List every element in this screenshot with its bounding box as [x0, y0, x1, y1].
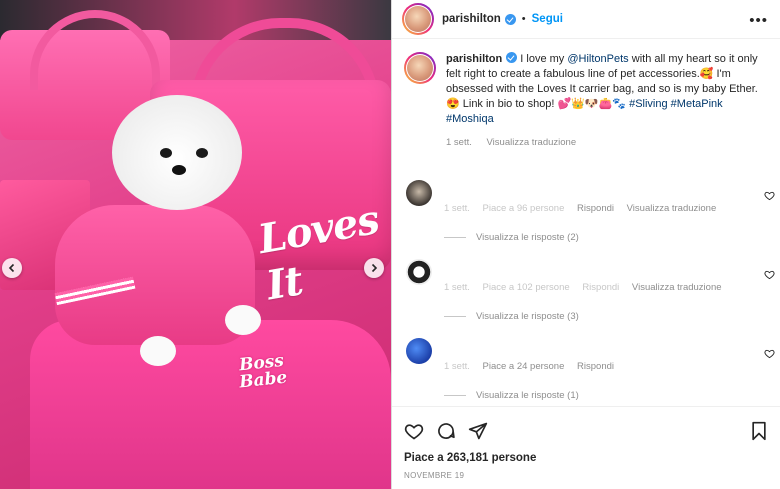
caption-story-ring[interactable]: [404, 52, 436, 84]
commenter-avatar[interactable]: [406, 338, 432, 364]
post-header: parishilton • Segui •••: [392, 0, 780, 39]
previous-image-button[interactable]: [2, 258, 22, 278]
comment-time[interactable]: 1 sett.: [444, 203, 470, 214]
post-caption: parishilton I love my @HiltonPets with a…: [392, 40, 780, 150]
avatar: [405, 6, 431, 32]
follow-button[interactable]: Segui: [532, 13, 563, 25]
comment-icon[interactable]: [436, 421, 456, 441]
post-modal: Loves It Boss Babe parishilton • Segui •…: [0, 0, 780, 489]
post-image[interactable]: Loves It Boss Babe: [0, 0, 391, 489]
like-comment-heart-icon[interactable]: [764, 190, 775, 201]
comment-time[interactable]: 1 sett.: [444, 282, 470, 293]
hashtag-link[interactable]: #MetaPink: [671, 98, 723, 110]
replies-line: [444, 395, 466, 396]
dog-paw: [225, 305, 261, 335]
post-details-panel: parishilton • Segui ••• parishilton I lo…: [391, 0, 780, 489]
comments-scroll-area[interactable]: parishilton I love my @HiltonPets with a…: [392, 40, 780, 406]
comment-item: 1 sett. Piace a 102 persone Rispondi Vis…: [392, 259, 780, 338]
comment-likes[interactable]: Piace a 96 persone: [483, 203, 565, 214]
comment-likes[interactable]: Piace a 102 persone: [483, 282, 570, 293]
post-footer: Piace a 263,181 persone NOVEMBRE 19: [392, 406, 780, 489]
caption-part: I love my: [520, 53, 568, 65]
share-icon[interactable]: [468, 421, 488, 441]
commenter-avatar[interactable]: [406, 180, 432, 206]
comment-meta: 1 sett. Piace a 96 persone Rispondi Visu…: [444, 203, 726, 214]
pink-blanket: [30, 320, 391, 489]
reply-button[interactable]: Rispondi: [577, 361, 614, 372]
comment-item: 1 sett. Piace a 96 persone Rispondi Visu…: [392, 180, 780, 259]
dog-eye: [196, 148, 208, 158]
reply-button[interactable]: Rispondi: [577, 203, 614, 214]
chevron-left-icon: [8, 263, 15, 273]
replies-line: [444, 316, 466, 317]
caption-username[interactable]: parishilton: [446, 53, 502, 65]
comment-meta: 1 sett. Piace a 24 persone Rispondi: [444, 361, 624, 372]
more-icon[interactable]: •••: [749, 12, 768, 29]
caption-time[interactable]: 1 sett.: [446, 137, 472, 148]
verified-icon: [506, 52, 518, 63]
heart-icon[interactable]: [404, 421, 424, 441]
reply-button[interactable]: Rispondi: [582, 282, 619, 293]
likes-count[interactable]: Piace a 263,181 persone: [392, 443, 780, 464]
next-image-button[interactable]: [364, 258, 384, 278]
hashtag-link[interactable]: #Sliving: [629, 98, 668, 110]
commenter-avatar[interactable]: [406, 259, 432, 285]
hashtag-link[interactable]: #Moshiqa: [446, 113, 494, 125]
see-translation-link[interactable]: Visualizza traduzione: [627, 203, 717, 214]
action-bar: [392, 407, 780, 443]
see-translation-link[interactable]: Visualizza traduzione: [487, 137, 577, 148]
bookmark-icon[interactable]: [749, 421, 769, 441]
comment-likes[interactable]: Piace a 24 persone: [483, 361, 565, 372]
comment-time[interactable]: 1 sett.: [444, 361, 470, 372]
dog-paw: [140, 336, 176, 366]
mention-link[interactable]: @HiltonPets: [567, 53, 628, 65]
post-date[interactable]: NOVEMBRE 19: [392, 464, 780, 480]
chevron-right-icon: [371, 263, 378, 273]
comment-meta: 1 sett. Piace a 102 persone Rispondi Vis…: [444, 282, 732, 293]
caption-avatar: [407, 55, 433, 81]
view-replies-label[interactable]: Visualizza le risposte (3): [476, 311, 579, 322]
replies-line: [444, 237, 466, 238]
view-replies-link[interactable]: Visualizza le risposte (3): [444, 311, 579, 322]
dog-head: [112, 95, 242, 210]
like-comment-heart-icon[interactable]: [764, 269, 775, 280]
comment-item: 1 sett. Piace a 24 persone Rispondi Visu…: [392, 338, 780, 406]
see-translation-link[interactable]: Visualizza traduzione: [632, 282, 722, 293]
boss-babe-patch: Boss Babe: [238, 350, 289, 393]
dog-nose: [172, 165, 186, 175]
like-comment-heart-icon[interactable]: [764, 348, 775, 359]
view-replies-link[interactable]: Visualizza le risposte (2): [444, 232, 579, 243]
dog-eye: [160, 148, 172, 158]
story-ring[interactable]: [402, 3, 434, 35]
caption-meta: 1 sett. Visualizza traduzione: [446, 135, 769, 150]
view-replies-link[interactable]: Visualizza le risposte (1): [444, 390, 579, 401]
separator-dot: •: [521, 13, 526, 25]
verified-icon: [504, 13, 516, 25]
caption-text: parishilton I love my @HiltonPets with a…: [446, 52, 769, 150]
view-replies-label[interactable]: Visualizza le risposte (2): [476, 232, 579, 243]
view-replies-label[interactable]: Visualizza le risposte (1): [476, 390, 579, 401]
header-username[interactable]: parishilton: [442, 13, 501, 25]
